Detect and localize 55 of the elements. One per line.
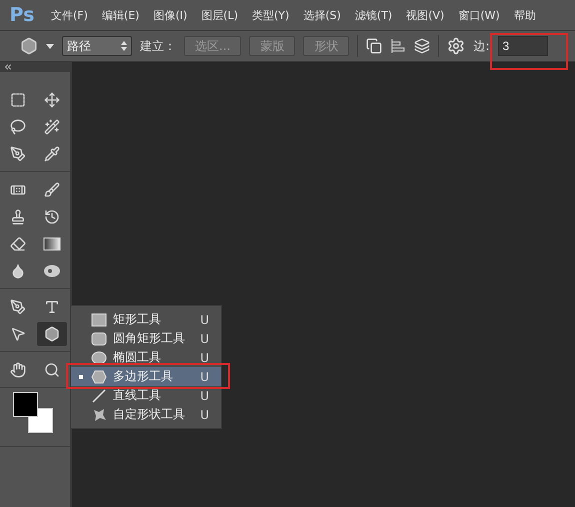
arrange-icon[interactable] [414,38,430,54]
menu-item[interactable]: 圆角矩形工具 U [71,329,221,348]
menu-item[interactable]: 椭圆工具 U [71,348,221,367]
drop-icon [10,262,26,278]
menu-item[interactable]: 帮助 [506,8,543,22]
collapse-icon[interactable] [3,62,13,72]
hand-icon [10,362,26,378]
menu-item[interactable]: 类型(Y) [245,8,296,22]
sponge-icon [43,262,61,278]
settings-icon[interactable] [447,37,466,55]
color-swatches-drawing[interactable] [12,391,54,435]
sides-field[interactable]: 3 [498,36,548,56]
type-icon [44,298,60,314]
align-icon[interactable] [390,38,406,54]
tool-button[interactable] [37,322,67,346]
eraser-icon [10,236,26,252]
spinner-arrows-icon [121,41,127,51]
menu-item[interactable]: 选择(S) [296,8,348,22]
menu-item[interactable]: 滤镜(T) [348,8,400,22]
menu-item[interactable]: 窗口(W) [451,8,507,22]
gradient-icon [43,236,61,250]
hexagon-icon [44,326,60,342]
blob-shape-icon [91,408,107,422]
hexagon-icon[interactable] [20,37,38,55]
lasso-icon [10,118,26,134]
zoom-icon [44,362,60,378]
stamp-icon [10,208,26,224]
line-icon [91,388,107,402]
wand-icon [44,118,60,134]
menu-item[interactable]: 文件(F) [44,8,95,22]
sides-label: 边: [473,38,490,54]
ellipse-icon [91,350,107,364]
brush-icon [44,182,60,198]
pen-icon [10,298,26,314]
eyedropper-icon [44,146,60,162]
rounded-rectangle-icon [91,332,107,346]
pointer-icon [10,326,26,342]
menu-item[interactable]: 图层(L) [194,8,246,22]
move-icon [44,92,60,108]
menu-item[interactable]: 编辑(E) [94,8,146,22]
menu-item[interactable]: 视图(V) [399,8,452,22]
menu-item[interactable]: 多边形工具 U [71,367,221,386]
rectangle-icon [91,312,107,326]
mode-select[interactable]: 路径 [62,36,132,56]
menu-item[interactable]: 矩形工具 U [71,310,221,329]
caret-icon[interactable] [46,44,54,48]
history-brush-icon [44,208,60,224]
app-logo: Ps [8,4,36,26]
build-label: 建立： [140,38,176,54]
menu-item[interactable]: 自定形状工具 U [71,405,221,424]
menu-item[interactable]: 图像(I) [146,8,194,22]
marquee-icon [10,92,26,108]
hexagon-icon [91,370,107,384]
menu-item[interactable]: 直线工具 U [71,386,221,405]
path-operations-icon[interactable] [366,38,382,54]
